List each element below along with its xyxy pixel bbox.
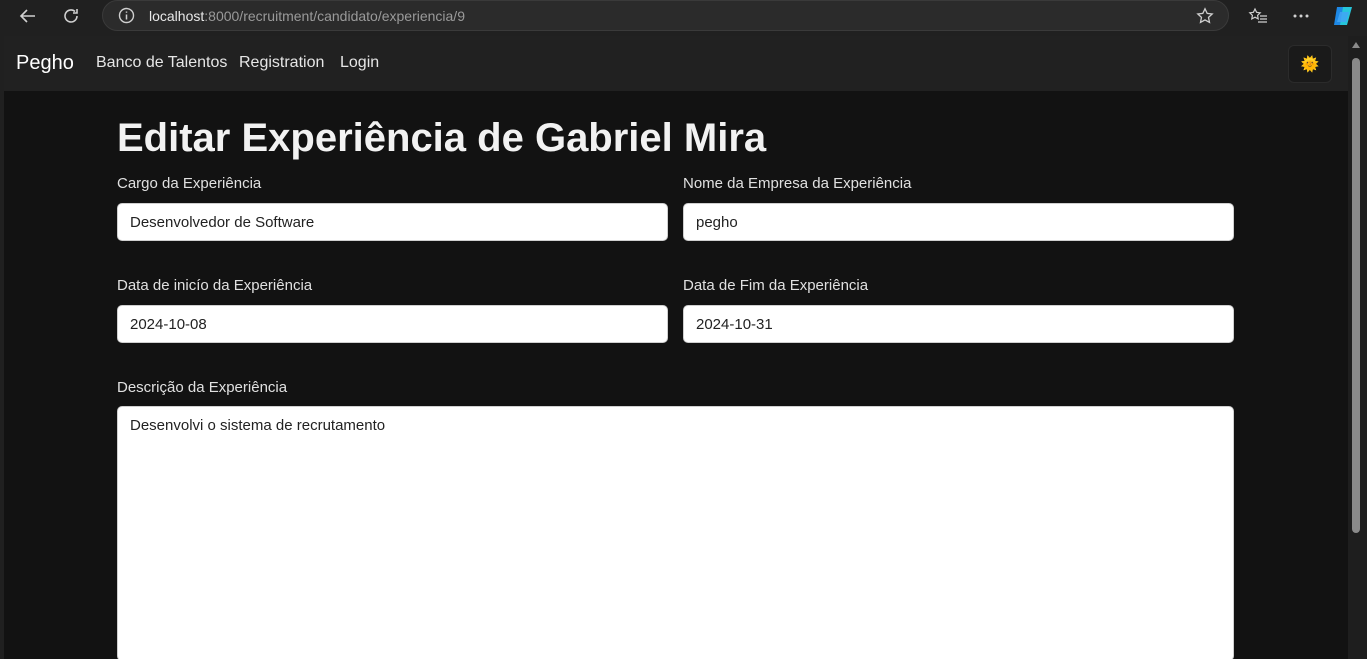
data-fim-input[interactable]: 2024-10-31 — [683, 305, 1234, 343]
scroll-up-arrow-icon[interactable] — [1352, 42, 1360, 48]
cargo-input[interactable]: Desenvolvedor de Software — [117, 203, 668, 241]
data-inicio-label: Data de inicío da Experiência — [117, 277, 313, 294]
favorites-list-icon[interactable] — [1245, 4, 1271, 28]
cargo-label: Cargo da Experiência — [117, 175, 262, 192]
page-viewport: Pegho Banco de Talentos Registration Log… — [4, 36, 1348, 659]
url-path: :8000/recruitment/candidato/experiencia/… — [204, 8, 465, 24]
nav-link-login[interactable]: Login — [340, 54, 379, 72]
address-bar[interactable]: localhost:8000/recruitment/candidato/exp… — [102, 0, 1229, 31]
sun-icon: 🌞 — [1300, 56, 1320, 73]
data-fim-label: Data de Fim da Experiência — [683, 277, 869, 294]
copilot-icon[interactable] — [1330, 4, 1356, 28]
page-scrollbar[interactable] — [1348, 36, 1367, 659]
url-text: localhost:8000/recruitment/candidato/exp… — [149, 8, 465, 24]
url-host: localhost — [149, 8, 205, 24]
back-icon[interactable] — [14, 3, 42, 29]
descricao-textarea[interactable]: Desenvolvi o sistema de recrutamento — [117, 406, 1234, 659]
data-inicio-input[interactable]: 2024-10-08 — [117, 305, 668, 343]
nav-link-banco-de-talentos[interactable]: Banco de Talentos — [96, 54, 227, 72]
more-options-icon[interactable] — [1288, 4, 1314, 28]
descricao-label: Descrição da Experiência — [117, 379, 288, 396]
favorite-star-icon[interactable] — [1196, 7, 1214, 30]
nav-link-registration[interactable]: Registration — [239, 54, 324, 72]
browser-toolbar: localhost:8000/recruitment/candidato/exp… — [0, 0, 1367, 33]
site-info-icon[interactable] — [118, 7, 135, 29]
theme-toggle-button[interactable]: 🌞 — [1288, 45, 1332, 83]
empresa-label: Nome da Empresa da Experiência — [683, 175, 912, 192]
empresa-input[interactable]: pegho — [683, 203, 1234, 241]
page-title: Editar Experiência de Gabriel Mira — [117, 116, 767, 160]
reload-icon[interactable] — [57, 3, 85, 29]
brand-logo[interactable]: Pegho — [16, 52, 74, 75]
scrollbar-thumb[interactable] — [1352, 58, 1360, 533]
app-navbar: Pegho Banco de Talentos Registration Log… — [4, 36, 1348, 91]
